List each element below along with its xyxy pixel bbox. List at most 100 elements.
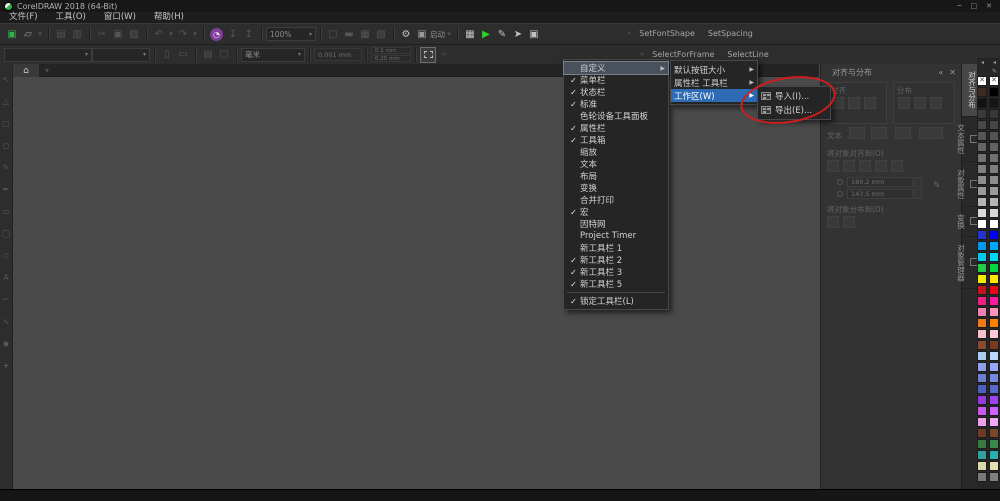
color-swatch[interactable] [977, 373, 987, 383]
docker-tab-3[interactable]: 变换 [957, 207, 978, 237]
color-swatch[interactable] [989, 241, 999, 251]
color-swatch[interactable] [977, 252, 987, 262]
current-page-icon[interactable]: ▢ [216, 47, 232, 62]
docker-tab-4[interactable]: 对象管理器 [957, 237, 978, 289]
save-icon[interactable]: ▤ [53, 27, 69, 42]
edit-macro-icon[interactable]: ✎ [494, 27, 510, 42]
color-swatch[interactable] [989, 252, 999, 262]
cut-icon[interactable]: ✂ [94, 27, 110, 42]
color-swatch[interactable] [989, 351, 999, 361]
context-menu-item-3[interactable]: ✓ 标准 [564, 98, 668, 111]
color-swatch[interactable] [977, 274, 987, 284]
color-swatch[interactable] [977, 76, 987, 86]
align-to-page-button[interactable] [875, 160, 887, 172]
color-swatch[interactable] [989, 274, 999, 284]
color-swatch[interactable] [977, 296, 987, 306]
context-menu-item-8[interactable]: 文本 [564, 158, 668, 170]
landscape-icon[interactable]: ▭ [175, 47, 191, 62]
color-swatch[interactable] [977, 461, 987, 471]
open-folder-icon[interactable]: ▱ [20, 27, 36, 42]
drawing-canvas[interactable] [13, 77, 819, 489]
import-icon[interactable]: ↧ [225, 27, 241, 42]
color-swatch[interactable] [989, 318, 999, 328]
color-swatch[interactable] [977, 439, 987, 449]
customize-submenu-item-1[interactable]: 属性栏 工具栏 ▶ [671, 76, 757, 89]
color-swatch[interactable] [989, 142, 999, 152]
palette-eyedropper-icon[interactable]: ✎ [989, 67, 1000, 76]
toolbar-overflow-chevron-icon[interactable]: » [640, 50, 644, 58]
palette-flyout-arrow-icon[interactable]: ◂ [989, 58, 1000, 67]
table-icon[interactable]: ▦ [462, 27, 478, 42]
color-swatch[interactable] [977, 428, 987, 438]
color-swatch[interactable] [977, 340, 987, 350]
distribute-left-button[interactable] [898, 97, 910, 109]
menubar-item-1[interactable]: 工具(O) [47, 12, 95, 23]
color-swatch[interactable] [977, 230, 987, 240]
macro-button-1[interactable]: SetSpacing [703, 28, 758, 39]
menubar-item-0[interactable]: 文件(F) [0, 12, 47, 23]
options-gear-icon[interactable]: ⚙ [398, 27, 414, 42]
distribute-to-page-button[interactable] [843, 216, 855, 228]
color-swatch[interactable] [977, 384, 987, 394]
y-spinner[interactable] [914, 189, 922, 199]
interactive-fill-tool-icon[interactable]: ◆ [0, 332, 12, 354]
y-coordinate-radio[interactable] [837, 191, 843, 197]
color-swatch[interactable] [989, 175, 999, 185]
y-coordinate-field[interactable]: 143.5 mm [847, 189, 913, 199]
context-menu-item-4[interactable]: 色轮设备工具面板 [564, 110, 668, 122]
color-swatch[interactable] [989, 263, 999, 273]
docker-tab-2[interactable]: 对象属性 [957, 162, 978, 207]
color-swatch[interactable] [989, 329, 999, 339]
toolbar-overflow-chevron-icon[interactable]: » [627, 29, 631, 37]
show-grid-icon[interactable]: ▦ [357, 27, 373, 42]
zoom-level-combo[interactable]: 100% ▾ [266, 27, 316, 41]
color-swatch[interactable] [989, 87, 999, 97]
search-content-icon[interactable]: ◔ [210, 27, 223, 41]
macro-button-0[interactable]: SetFontShape [634, 28, 700, 39]
text-align-option-4[interactable] [919, 127, 943, 139]
page-dimensions-combo[interactable]: ▾ [92, 47, 150, 62]
minimize-button[interactable]: ─ [957, 0, 961, 12]
x-coordinate-field[interactable]: 180.2 mm [847, 177, 913, 187]
menubar-item-3[interactable]: 帮助(H) [145, 12, 193, 23]
color-swatch[interactable] [977, 153, 987, 163]
color-swatch[interactable] [989, 406, 999, 416]
context-menu-item-5[interactable]: ✓ 属性栏 [564, 122, 668, 135]
pick-tool-icon[interactable]: ↖ [0, 68, 12, 90]
context-menu-item-6[interactable]: ✓ 工具箱 [564, 134, 668, 147]
palette-flyout-arrow-icon[interactable]: ◂ [977, 58, 988, 67]
color-swatch[interactable] [977, 87, 987, 97]
color-swatch[interactable] [989, 384, 999, 394]
color-swatch[interactable] [989, 186, 999, 196]
context-menu-item-11[interactable]: 合并打印 [564, 194, 668, 206]
color-swatch[interactable] [989, 296, 999, 306]
color-swatch[interactable] [977, 241, 987, 251]
artistic-media-tool-icon[interactable]: ✒ [0, 178, 12, 200]
color-swatch[interactable] [989, 153, 999, 163]
select-button-0[interactable]: SelectForFrame [647, 49, 719, 60]
align-to-center-button[interactable] [843, 160, 855, 172]
color-swatch[interactable] [977, 120, 987, 130]
docker-tab-1[interactable]: 文本属性 [957, 117, 978, 162]
color-swatch[interactable] [989, 164, 999, 174]
align-to-edge-button[interactable] [827, 160, 839, 172]
crop-tool-icon[interactable]: ▢ [0, 112, 12, 134]
color-swatch[interactable] [989, 450, 999, 460]
distribute-to-selection-button[interactable] [827, 216, 839, 228]
color-swatch[interactable] [989, 307, 999, 317]
color-swatch[interactable] [989, 395, 999, 405]
text-align-option-2[interactable] [871, 127, 887, 139]
distribute-center-button[interactable] [914, 97, 926, 109]
distribute-right-button[interactable] [930, 97, 942, 109]
color-swatch[interactable] [989, 230, 999, 240]
select-button-1[interactable]: SelectLine [722, 49, 773, 60]
docker-tab-0[interactable]: 对齐与分布 [961, 64, 978, 117]
export-icon[interactable]: ↥ [241, 27, 257, 42]
undo-dropdown-arrow-icon[interactable]: ▾ [167, 27, 175, 42]
context-menu-item-7[interactable]: 缩放 [564, 146, 668, 158]
text-align-option-1[interactable] [849, 127, 865, 139]
context-menu-item-15[interactable]: 新工具栏 1 [564, 242, 668, 254]
add-icon[interactable]: + [436, 47, 452, 62]
color-swatch[interactable] [989, 472, 999, 482]
parallel-dimension-tool-icon[interactable]: ⌐ [0, 288, 12, 310]
